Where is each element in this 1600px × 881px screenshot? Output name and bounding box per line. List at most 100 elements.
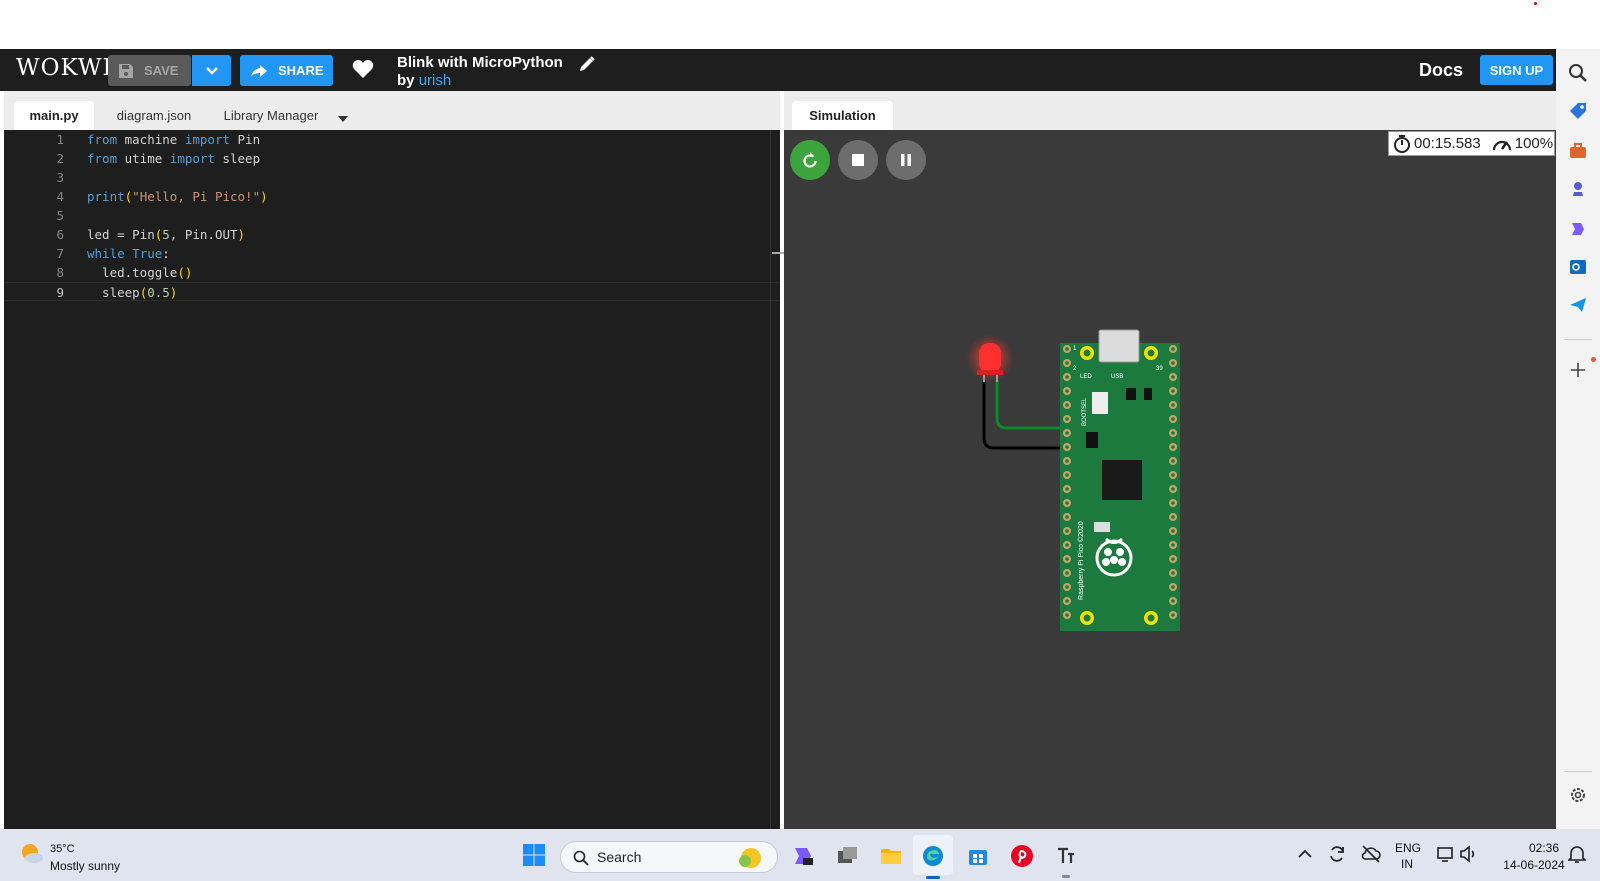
- share-arrow-icon: [251, 64, 267, 77]
- tab-simulation[interactable]: Simulation: [792, 101, 893, 130]
- raspberry-pi-pico-board[interactable]: 1 2 39 LED USB BOOTSEL Raspberry Pi Pico…: [1060, 329, 1180, 631]
- network-icon[interactable]: [1436, 844, 1456, 864]
- circuit-diagram: 1 2 39 LED USB BOOTSEL Raspberry Pi Pico…: [966, 329, 1180, 631]
- windows-start-icon[interactable]: [522, 843, 546, 867]
- line-text: from utime import sleep: [87, 151, 261, 166]
- header-pin-hole: [1171, 361, 1175, 365]
- chevron-down-icon: [205, 66, 218, 75]
- by-prefix: by: [397, 72, 415, 89]
- cloud-offline-icon[interactable]: [1361, 844, 1381, 864]
- notification-bell-icon[interactable]: [1568, 844, 1586, 864]
- tabs-menu-caret-icon[interactable]: [338, 109, 348, 127]
- header-pin-hole: [1065, 501, 1069, 505]
- chess-icon[interactable]: [1568, 179, 1588, 199]
- code-line: 8 led.toggle(): [4, 263, 780, 282]
- typora-icon[interactable]: [1054, 844, 1078, 868]
- simulation-canvas[interactable]: 00:15.583 100% 1 2 39 LED USB BOOTSEL Ra…: [784, 130, 1556, 829]
- copilot-app-icon[interactable]: [791, 844, 815, 868]
- line-number: 8: [56, 265, 64, 280]
- edge-browser-icon[interactable]: [921, 844, 945, 868]
- copilot-icon[interactable]: [1568, 219, 1588, 239]
- editor-scrollbar[interactable]: [770, 130, 784, 829]
- heart-icon[interactable]: [352, 59, 374, 84]
- header-pin-hole: [1065, 417, 1069, 421]
- weather-temperature[interactable]: 35°C: [50, 843, 75, 855]
- header-pin-hole: [1065, 459, 1069, 463]
- microsoft-store-icon[interactable]: [966, 844, 990, 868]
- header-pin-hole: [1065, 375, 1069, 379]
- active-app-indicator: [926, 876, 940, 879]
- header-pin-hole: [1171, 417, 1175, 421]
- language-top[interactable]: ENG: [1395, 841, 1421, 855]
- tab-diagram-json[interactable]: diagram.json: [104, 101, 204, 130]
- code-editor[interactable]: 1 from machine import Pin 2 from utime i…: [4, 130, 784, 829]
- send-icon[interactable]: [1568, 295, 1588, 315]
- weather-sun-icon[interactable]: [19, 841, 45, 867]
- taskbar-search[interactable]: Search: [560, 841, 778, 873]
- board-label-bootsel: BOOTSEL: [1082, 397, 1088, 426]
- wokwi-logo[interactable]: WOKWI: [16, 55, 113, 81]
- volume-icon[interactable]: [1458, 844, 1478, 864]
- header-pin-hole: [1171, 445, 1175, 449]
- sidebar-divider: [1564, 771, 1592, 772]
- code-line: 3: [4, 168, 780, 187]
- share-button[interactable]: SHARE: [240, 55, 333, 86]
- clock-time[interactable]: 02:36: [1514, 841, 1574, 855]
- clock-date[interactable]: 14-06-2024: [1494, 858, 1574, 872]
- header-pin-hole: [1171, 599, 1175, 603]
- header-pin-hole: [1171, 501, 1175, 505]
- browser-sidebar: [1556, 49, 1600, 829]
- header-pin-hole: [1171, 613, 1175, 617]
- file-explorer-icon[interactable]: [879, 844, 903, 868]
- code-line: 5: [4, 206, 780, 225]
- edit-pencil-icon[interactable]: [578, 55, 596, 78]
- line-number: 5: [56, 208, 64, 223]
- header-pin-hole: [1065, 361, 1069, 365]
- gear-icon[interactable]: [1568, 785, 1588, 805]
- header-pin-hole: [1171, 459, 1175, 463]
- board-label-usb: USB: [1111, 374, 1123, 380]
- tag-icon[interactable]: [1568, 101, 1588, 121]
- tab-main-py[interactable]: main.py: [14, 101, 94, 130]
- code-line: 1 from machine import Pin: [4, 130, 780, 149]
- language-bottom[interactable]: IN: [1401, 857, 1413, 871]
- line-number: 6: [56, 227, 64, 242]
- header-pin-hole: [1171, 557, 1175, 561]
- briefcase-icon[interactable]: [1568, 141, 1588, 161]
- chevron-up-icon[interactable]: [1298, 849, 1312, 859]
- app-header: WOKWI SAVE SHARE Blink with MicroPython …: [0, 49, 1556, 91]
- header-pin-hole: [1171, 515, 1175, 519]
- header-pin-hole: [1171, 389, 1175, 393]
- save-button[interactable]: SAVE: [108, 55, 191, 86]
- led-component[interactable]: [966, 334, 1014, 382]
- signal-wire: [995, 380, 1068, 430]
- header-pin-hole: [1171, 431, 1175, 435]
- outlook-icon[interactable]: [1568, 257, 1588, 277]
- save-options-dropdown[interactable]: [192, 55, 231, 86]
- header-pin-hole: [1171, 543, 1175, 547]
- search-icon[interactable]: [1568, 63, 1588, 83]
- weather-status[interactable]: Mostly sunny: [50, 859, 120, 873]
- docs-link[interactable]: Docs: [1419, 60, 1463, 81]
- header-pin-hole: [1065, 599, 1069, 603]
- pinterest-icon[interactable]: [1010, 844, 1034, 868]
- save-icon: [119, 63, 133, 78]
- code-line: 4 print("Hello, Pi Pico!"): [4, 187, 780, 206]
- header-pin-hole: [1171, 473, 1175, 477]
- code-line: 7 while True:: [4, 244, 780, 263]
- board-label-pin39: 39: [1156, 366, 1163, 372]
- sync-icon[interactable]: [1327, 844, 1347, 864]
- signup-button[interactable]: SIGN UP: [1480, 55, 1553, 85]
- tab-library-manager[interactable]: Library Manager: [212, 101, 330, 130]
- author-link[interactable]: urish: [419, 72, 452, 89]
- header-pin-hole: [1065, 543, 1069, 547]
- code-line: 6 led = Pin(5, Pin.OUT): [4, 225, 780, 244]
- header-pin-hole: [1171, 347, 1175, 351]
- notification-dot: [1534, 2, 1537, 5]
- header-pin-hole: [1065, 403, 1069, 407]
- board-silkscreen: Raspberry Pi Pico ©2020: [1077, 521, 1085, 600]
- open-app-indicator: [1062, 875, 1070, 878]
- task-view-icon[interactable]: [835, 844, 859, 868]
- search-highlight-icon: [739, 848, 761, 868]
- add-icon[interactable]: [1568, 360, 1588, 380]
